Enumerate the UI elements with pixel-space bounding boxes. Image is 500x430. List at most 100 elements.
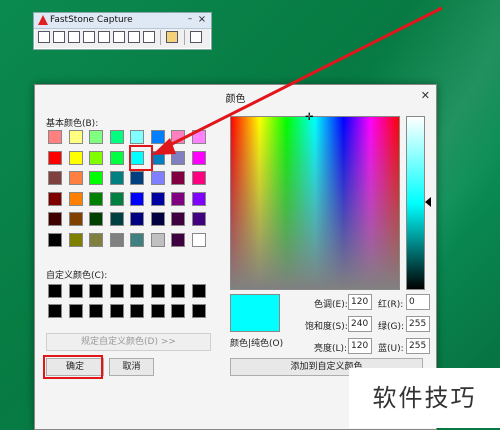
basic-color-swatch[interactable] [48,171,62,185]
faststone-title: FastStone Capture [50,15,133,25]
basic-color-swatch[interactable] [171,171,185,185]
capture-freehand-icon[interactable] [83,31,95,43]
custom-color-swatch[interactable] [130,304,144,318]
hue-label: 色调(E): [314,300,348,310]
custom-color-swatch[interactable] [150,284,165,298]
dialog-titlebar[interactable]: 颜色 ✕ [35,85,436,107]
basic-color-swatch[interactable] [89,130,103,144]
custom-color-swatch[interactable] [109,284,124,298]
hue-input[interactable]: 120 [348,294,372,310]
basic-color-swatch[interactable] [68,232,83,247]
blue-input[interactable]: 255 [406,338,430,354]
custom-color-swatch[interactable] [171,304,185,318]
close-icon[interactable]: × [197,14,207,26]
faststone-titlebar[interactable]: FastStone Capture – × [34,13,211,29]
luminance-arrow-icon[interactable] [425,197,431,207]
basic-color-swatch[interactable] [130,191,144,206]
preview-label: 颜色|纯色(O) [230,339,284,349]
red-input[interactable]: 0 [406,294,430,310]
basic-color-swatch[interactable] [191,212,206,226]
basic-color-swatch[interactable] [109,130,124,144]
watermark-text: 软件技巧 [349,368,500,428]
close-icon[interactable]: ✕ [421,89,430,102]
custom-color-swatch[interactable] [130,284,144,298]
basic-color-swatch[interactable] [171,232,185,247]
faststone-toolbar: FastStone Capture – × [33,12,212,50]
basic-color-swatch[interactable] [130,130,144,144]
basic-color-swatch[interactable] [68,171,83,185]
basic-color-swatch[interactable] [109,232,124,247]
basic-color-swatch[interactable] [171,212,185,226]
custom-color-swatch[interactable] [191,304,206,318]
basic-color-swatch[interactable] [48,232,62,247]
luminance-input[interactable]: 120 [348,338,372,354]
basic-color-swatch[interactable] [191,130,206,144]
custom-color-swatch[interactable] [48,304,62,318]
capture-video-icon[interactable] [143,31,155,43]
define-custom-colors-button[interactable]: 规定自定义颜色(D) >> [46,333,211,351]
minimize-icon[interactable]: – [185,14,195,26]
basic-color-swatch[interactable] [89,212,103,226]
spectrum-crosshair-icon: ✛ [305,112,314,123]
basic-color-swatch[interactable] [68,130,83,144]
basic-color-swatch[interactable] [150,171,165,185]
custom-color-swatch[interactable] [150,304,165,318]
basic-color-swatch[interactable] [89,171,103,185]
green-input[interactable]: 255 [406,316,430,332]
custom-color-swatch[interactable] [68,304,83,318]
basic-color-swatch[interactable] [171,130,185,144]
custom-color-swatch[interactable] [109,304,124,318]
capture-scrolling-icon[interactable] [113,31,125,43]
basic-color-swatch[interactable] [109,171,124,185]
capture-active-window-icon[interactable] [38,31,50,43]
basic-color-swatch[interactable] [48,150,62,165]
basic-color-swatch[interactable] [171,150,185,165]
basic-color-swatch[interactable] [68,212,83,226]
cancel-button[interactable]: 取消 [109,358,154,376]
capture-window-object-icon[interactable] [53,31,65,43]
green-label: 绿(G): [378,322,405,332]
basic-color-swatch[interactable] [89,191,103,206]
basic-color-swatch[interactable] [109,212,124,226]
basic-color-swatch[interactable] [48,130,62,144]
output-settings-icon[interactable] [166,31,178,43]
basic-color-swatch[interactable] [68,150,83,165]
capture-rectangle-icon[interactable] [68,31,80,43]
capture-fullscreen-icon[interactable] [98,31,110,43]
basic-color-swatch[interactable] [130,171,144,185]
basic-color-swatch[interactable] [130,212,144,226]
toolbar-divider [160,30,161,45]
toolbar-divider [184,30,185,45]
custom-color-swatch[interactable] [48,284,62,298]
custom-color-swatch[interactable] [171,284,185,298]
luminance-slider[interactable] [406,116,425,290]
capture-fixed-region-icon[interactable] [128,31,140,43]
basic-color-swatch[interactable] [150,232,165,247]
basic-color-swatch[interactable] [89,150,103,165]
basic-color-swatch[interactable] [191,232,206,247]
custom-color-swatch[interactable] [191,284,206,298]
basic-color-swatch[interactable] [109,191,124,206]
basic-color-swatch[interactable] [89,232,103,247]
settings-icon[interactable] [190,31,202,43]
custom-color-swatch[interactable] [68,284,83,298]
basic-color-swatch[interactable] [150,191,165,206]
basic-color-swatch[interactable] [68,191,83,206]
basic-color-swatch[interactable] [191,150,206,165]
basic-color-swatch[interactable] [191,171,206,185]
custom-color-swatch[interactable] [89,284,103,298]
basic-color-swatch[interactable] [150,130,165,144]
basic-color-swatch[interactable] [191,191,206,206]
basic-color-swatch[interactable] [48,212,62,226]
highlight-selected-swatch [129,145,153,171]
faststone-logo-icon [38,15,48,25]
basic-color-swatch[interactable] [130,232,144,247]
basic-color-swatch[interactable] [48,191,62,206]
basic-color-swatch[interactable] [150,212,165,226]
basic-color-swatch[interactable] [171,191,185,206]
saturation-input[interactable]: 240 [348,316,372,332]
red-label: 红(R): [378,300,404,310]
basic-color-swatch[interactable] [109,150,124,165]
color-spectrum[interactable] [230,116,400,290]
custom-color-swatch[interactable] [89,304,103,318]
